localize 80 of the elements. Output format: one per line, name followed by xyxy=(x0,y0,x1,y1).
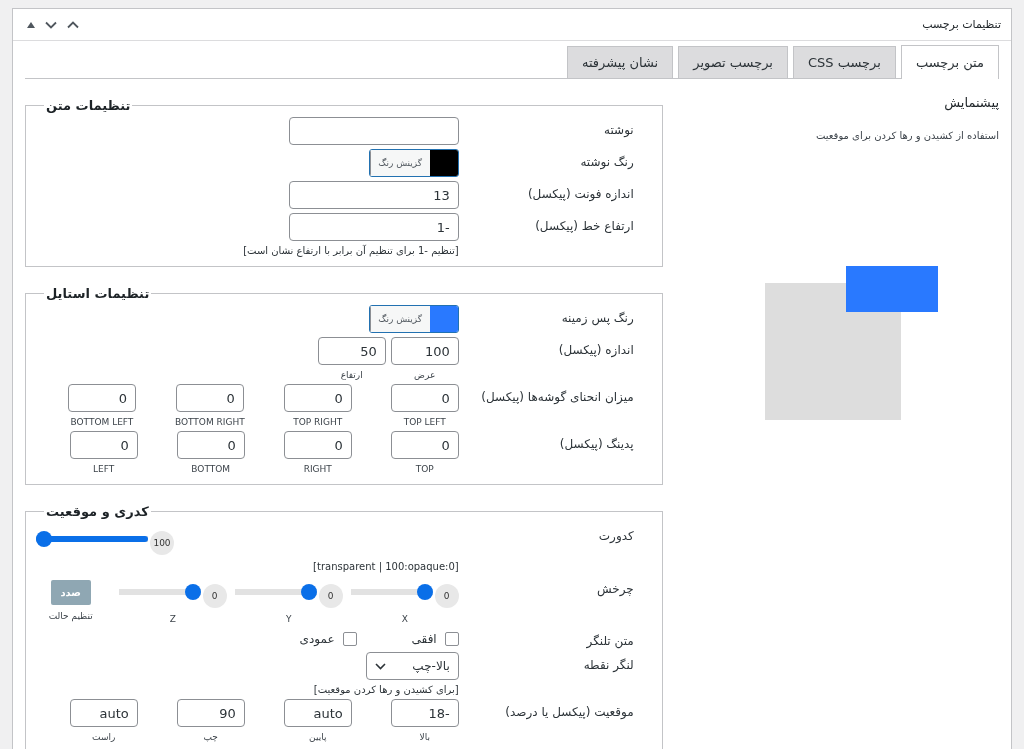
checkbox[interactable] xyxy=(444,632,459,646)
field-label: رنگ نوشته xyxy=(579,154,634,169)
chevron-down-icon xyxy=(374,662,386,670)
note-text: [تنظیم -1 برای تنظیم آن برابر با ارتفاع نشان است] xyxy=(243,245,459,256)
slider-thumb[interactable] xyxy=(184,584,201,600)
checkbox-label[interactable]: عمودی xyxy=(299,632,357,646)
group-title: کدری و موقعیت xyxy=(45,504,150,519)
checkbox[interactable] xyxy=(342,632,357,646)
anchor-select[interactable]: بالا-چپ xyxy=(365,652,459,680)
slider-value: 0 xyxy=(434,584,459,608)
field-caption: BOTTOM LEFT xyxy=(70,417,134,427)
number-field[interactable]: -18 xyxy=(390,699,459,727)
color-picker-button[interactable]: گزینش رنگ xyxy=(369,150,430,176)
field-label: چرخش xyxy=(595,581,634,596)
number-field[interactable]: 0 xyxy=(283,431,352,459)
field-label: متن تلنگر xyxy=(585,633,634,648)
field-label: رنگ پس زمینه xyxy=(560,310,634,325)
text-field[interactable] xyxy=(288,117,459,145)
tab[interactable]: برچسب CSS xyxy=(792,46,896,78)
field-caption: عرض xyxy=(414,370,436,380)
number-field[interactable]: 0 xyxy=(67,384,136,412)
field-label: نوشته xyxy=(603,122,634,137)
field-caption: راست xyxy=(92,732,116,742)
tab[interactable]: متن برچسب xyxy=(900,45,999,79)
field-caption: پایین xyxy=(309,732,327,742)
field-caption: X xyxy=(401,614,408,624)
color-picker-button[interactable]: گزینش رنگ xyxy=(369,306,430,332)
field-caption: TOP RIGHT xyxy=(293,417,343,427)
tab[interactable]: برچسب تصویر xyxy=(678,46,788,78)
slider-value: 0 xyxy=(202,584,227,608)
field-caption: ارتفاع xyxy=(340,370,363,380)
field-caption: TOP LEFT xyxy=(403,417,446,427)
number-field[interactable]: 0 xyxy=(283,384,352,412)
group-title: تنظیمات استایل xyxy=(45,286,151,301)
field-caption: TOP xyxy=(415,464,434,474)
field-caption: Z xyxy=(169,614,176,624)
field-label: کدورت xyxy=(597,528,634,543)
field-caption: Y xyxy=(285,614,292,624)
field-caption: چپ xyxy=(203,732,218,742)
triangle-up-icon[interactable] xyxy=(27,21,35,28)
number-field[interactable]: 100 xyxy=(390,337,459,365)
number-field[interactable]: auto xyxy=(69,699,138,727)
number-field[interactable]: 0 xyxy=(390,431,459,459)
field-caption: BOTTOM xyxy=(191,464,231,474)
number-field[interactable]: auto xyxy=(283,699,352,727)
field-label: اندازه (پیکسل) xyxy=(557,342,634,357)
number-field[interactable]: 0 xyxy=(69,431,138,459)
preview-description: استفاده از کشیدن و رها کردن برای موقعیت xyxy=(814,130,999,141)
tab[interactable]: نشان پیشرفته xyxy=(566,46,674,78)
note-text: [برای کشیدن و رها کردن موقعیت] xyxy=(313,684,459,695)
field-label: میزان انحنای گوشه‌ها (پیکسل) xyxy=(480,389,634,404)
panel-title: تنظیمات برچسب xyxy=(922,18,1001,31)
slider-thumb[interactable] xyxy=(300,584,317,600)
field-label: اندازه فونت (پیکسل) xyxy=(526,186,634,201)
field-caption: تنظیم حالت xyxy=(48,611,93,621)
note-text: [transparent | 100:opaque:0] xyxy=(312,561,459,572)
number-field[interactable]: 50 xyxy=(317,337,386,365)
field-label: پدینگ (پیکسل) xyxy=(558,436,634,451)
text-field[interactable]: -1 xyxy=(288,213,459,241)
field-label: موقعیت (پیکسل یا درصد) xyxy=(504,704,634,719)
field-caption: BOTTOM RIGHT xyxy=(174,417,245,427)
color-swatch[interactable] xyxy=(429,150,458,176)
slider-thumb[interactable] xyxy=(36,531,52,547)
field-label: ارتفاع خط (پیکسل) xyxy=(534,218,634,233)
checkbox-label[interactable]: افقی xyxy=(411,632,459,646)
number-field[interactable]: 0 xyxy=(176,431,245,459)
field-caption: LEFT xyxy=(93,464,115,474)
slider-value: 0 xyxy=(318,584,343,608)
field-caption: بالا xyxy=(419,732,430,742)
number-field[interactable]: 90 xyxy=(176,699,245,727)
number-field[interactable]: 0 xyxy=(390,384,459,412)
slider-value: 100 xyxy=(150,531,174,555)
color-swatch[interactable] xyxy=(429,306,458,332)
preview-title: پیشنمایش xyxy=(943,95,999,110)
slider-thumb[interactable] xyxy=(416,584,433,600)
field-caption: RIGHT xyxy=(303,464,332,474)
group-title: تنظیمات متن xyxy=(45,98,132,113)
text-field[interactable]: 13 xyxy=(288,181,459,209)
number-field[interactable]: 0 xyxy=(175,384,244,412)
field-label: لنگر نقطه xyxy=(582,657,634,672)
